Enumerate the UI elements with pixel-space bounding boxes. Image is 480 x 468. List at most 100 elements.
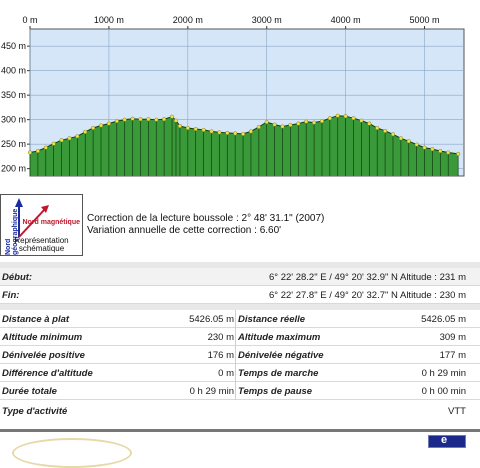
stat-value: 0 h 00 min (421, 386, 466, 397)
column-divider (235, 328, 236, 346)
route-start-value: 6° 22' 28.2" E / 49° 20' 32.9" N Altitud… (268, 272, 466, 283)
elevation-point (51, 141, 56, 146)
elevation-point (248, 129, 253, 134)
elevation-point (173, 118, 178, 123)
stats-row: Différence d'altitude 0 m Temps de march… (0, 364, 480, 382)
x-tick-label: 5000 m (410, 15, 440, 25)
elevation-point (430, 147, 435, 152)
route-end-row: Fin: 6° 22' 27.8" E / 49° 20' 32.7" N Al… (0, 286, 480, 304)
elevation-point (438, 148, 443, 153)
stats-row: Durée totale 0 h 29 min Temps de pause 0… (0, 382, 480, 400)
elevation-point (288, 122, 293, 127)
route-end-value: 6° 22' 27.8" E / 49° 20' 32.7" N Altitud… (268, 290, 466, 301)
elevation-point (201, 127, 206, 132)
elevation-point (406, 139, 411, 144)
elevation-point (91, 125, 96, 130)
elevation-point (154, 117, 159, 122)
activity-label: Type d'activité (2, 406, 68, 417)
y-tick-label: 300 m (1, 115, 26, 125)
elevation-point (28, 150, 33, 155)
elevation-point (225, 130, 230, 135)
column-divider (235, 310, 236, 328)
elevation-point (320, 119, 325, 124)
activity-value: VTT (448, 406, 466, 417)
elevation-point (217, 130, 222, 135)
elevation-point (456, 151, 461, 156)
route-start-row: Début: 6° 22' 28.2" E / 49° 20' 32.9" N … (0, 268, 480, 286)
north-magnetic-label: Nord magnétique (22, 219, 80, 226)
y-tick-label: 200 m (1, 164, 26, 174)
elevation-point (106, 121, 111, 126)
elevation-point (351, 116, 356, 121)
elevation-point (43, 145, 48, 150)
elevation-point (375, 125, 380, 130)
y-tick-label: 400 m (1, 66, 26, 76)
elevation-point (335, 113, 340, 118)
stat-label: Dénivelée négative (238, 350, 324, 361)
elevation-point (367, 121, 372, 126)
stat-value: 309 m (439, 332, 466, 343)
footer-badge-letter: e (441, 434, 448, 446)
elevation-point (177, 123, 182, 128)
route-end-label: Fin: (2, 290, 20, 301)
stat-label: Temps de marche (238, 368, 319, 379)
elevation-point (138, 117, 143, 122)
elevation-point (75, 134, 80, 139)
stat-value: 0 h 29 min (421, 368, 466, 379)
elevation-point (327, 116, 332, 121)
elevation-chart-svg: 200 m 250 m 300 m 350 m 400 m 450 m 0 m 1000 m 2… (1, 15, 465, 177)
stat-label: Dénivelée positive (2, 350, 85, 361)
elevation-point (185, 125, 190, 130)
elevation-point (59, 138, 64, 143)
elevation-point (359, 118, 364, 123)
elevation-point (296, 121, 301, 126)
activity-row: Type d'activité VTT (0, 402, 480, 420)
elevation-point (114, 119, 119, 124)
elevation-point (446, 150, 451, 155)
elevation-point (312, 120, 317, 125)
x-tick-label: 4000 m (331, 15, 361, 25)
stats-row: Dénivelée positive 176 m Dénivelée négat… (0, 346, 480, 364)
compass-diagram: Nord géographique Nord magnétique Représ… (0, 194, 83, 256)
elevation-point (241, 131, 246, 136)
elevation-point (122, 117, 127, 122)
elevation-point (83, 129, 88, 134)
elevation-point (233, 131, 238, 136)
stat-label: Distance réelle (238, 314, 306, 325)
compass-line-2: Variation annuelle de cette correction :… (87, 225, 282, 236)
stat-value: 0 h 29 min (189, 386, 234, 397)
elevation-point (162, 117, 167, 122)
column-divider (235, 382, 236, 400)
y-tick-label: 250 m (1, 139, 26, 149)
stat-value: 230 m (207, 332, 234, 343)
elevation-point (130, 116, 135, 121)
y-tick-label: 350 m (1, 90, 26, 100)
elevation-point (280, 124, 285, 129)
elevation-point (264, 120, 269, 125)
elevation-point (98, 123, 103, 128)
elevation-point (398, 136, 403, 141)
elevation-point (272, 122, 277, 127)
x-tick-label: 1000 m (94, 15, 124, 25)
elevation-point (383, 128, 388, 133)
stat-value: 177 m (439, 350, 466, 361)
stat-value: 0 m (218, 368, 234, 379)
elevation-point (304, 119, 309, 124)
x-tick-label: 2000 m (173, 15, 203, 25)
elevation-point (422, 145, 427, 150)
elevation-point (169, 114, 174, 119)
stats-row: Altitude minimum 230 m Altitude maximum … (0, 328, 480, 346)
stat-label: Distance à plat (2, 314, 70, 325)
column-divider (235, 346, 236, 364)
x-tick-label: 0 m (22, 15, 37, 25)
elevation-point (391, 132, 396, 137)
elevation-point (35, 148, 40, 153)
route-start-label: Début: (2, 272, 33, 283)
stat-label: Altitude minimum (2, 332, 83, 343)
elevation-point (67, 136, 72, 141)
elevation-point (414, 142, 419, 147)
elevation-point (256, 124, 261, 129)
stat-label: Différence d'altitude (2, 368, 93, 379)
elevation-point (193, 126, 198, 131)
elevation-chart: 200 m 250 m 300 m 350 m 400 m 450 m 0 m 1000 m 2… (0, 0, 480, 192)
